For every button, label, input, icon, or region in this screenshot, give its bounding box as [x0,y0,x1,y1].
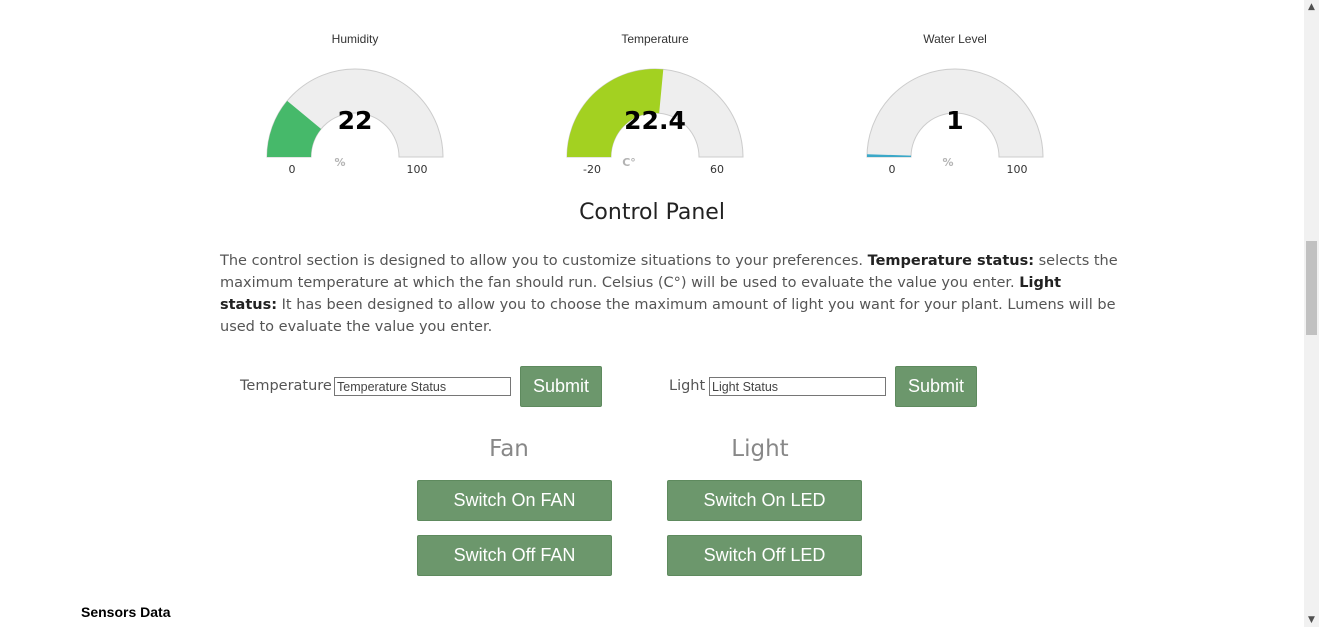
scroll-thumb[interactable] [1306,241,1317,335]
gauge-value: 22 [337,106,373,135]
fan-heading: Fan [489,436,529,462]
humidity-gauge: Humidity 22 % 0 100 [255,26,455,186]
sensors-data-heading: Sensors Data [81,604,171,620]
scroll-down-icon[interactable]: ▼ [1304,613,1319,627]
switch-off-fan-button[interactable]: Switch Off FAN [417,535,612,576]
light-status-text: It has been designed to allow you to cho… [220,297,1116,335]
light-submit-button[interactable]: Submit [895,366,977,407]
gauge-max: 100 [1006,163,1028,176]
switch-off-led-button[interactable]: Switch Off LED [667,535,862,576]
scroll-up-icon[interactable]: ▲ [1304,0,1319,14]
light-heading: Light [731,436,789,462]
temperature-gauge: Temperature 22.4 C° -20 60 [555,26,755,186]
light-status-input[interactable] [709,377,886,396]
gauge-min: 0 [288,163,296,176]
gauge-min: 0 [888,163,896,176]
switch-on-led-button[interactable]: Switch On LED [667,480,862,521]
vertical-scrollbar[interactable]: ▲ ▼ [1304,0,1319,627]
temperature-status-input[interactable] [334,377,511,396]
switch-on-fan-button[interactable]: Switch On FAN [417,480,612,521]
gauge-max: 60 [710,163,724,176]
gauge-min: -20 [583,163,601,176]
control-panel-title: Control Panel [579,200,725,225]
description-intro: The control section is designed to allow… [220,253,868,269]
temperature-status-label: Temperature status: [867,253,1034,269]
gauge-max: 100 [406,163,428,176]
light-form-label: Light [669,378,706,394]
control-panel-description: The control section is designed to allow… [220,250,1120,338]
temperature-form-label: Temperature [240,378,332,394]
gauge-value: 22.4 [624,106,686,135]
page: Humidity 22 % 0 100 Temperature 22.4 C° … [0,0,1319,627]
water-level-gauge: Water Level 1 % 0 100 [855,26,1055,186]
temperature-submit-button[interactable]: Submit [520,366,602,407]
gauge-value: 1 [946,106,964,135]
